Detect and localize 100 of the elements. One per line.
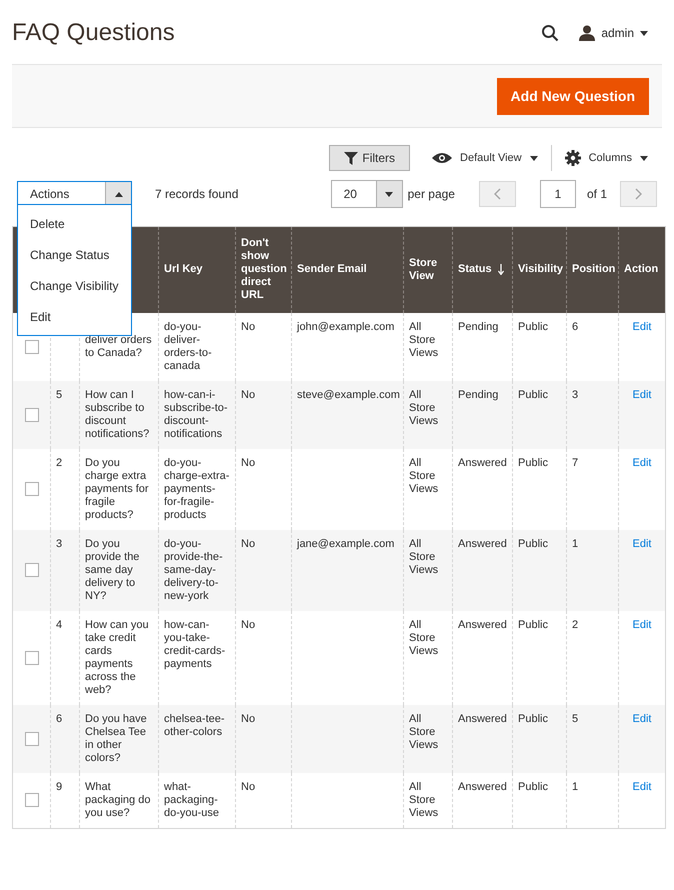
chevron-left-icon — [494, 188, 501, 200]
edit-link[interactable]: Edit — [632, 538, 652, 550]
table-cell: 2 — [572, 618, 578, 630]
row-checkbox[interactable] — [24, 340, 38, 354]
gear-icon — [564, 150, 581, 166]
table-cell: 2 — [56, 456, 62, 468]
add-new-question-button[interactable]: Add New Question — [496, 78, 649, 114]
column-header[interactable]: Sender Email — [297, 263, 367, 276]
menu-item[interactable]: Delete — [18, 208, 131, 239]
table-cell: All Store Views — [409, 712, 438, 750]
row-checkbox[interactable] — [24, 563, 38, 577]
page-title: FAQ Questions — [12, 18, 175, 48]
table-cell: Do you provide the same day delivery to NY? — [85, 538, 140, 602]
caret-icon — [640, 156, 648, 160]
table-cell: No — [241, 618, 256, 630]
table-cell: how-can-i-subscribe-to-discount-notifications — [164, 388, 228, 440]
records-count: 7 records found — [155, 186, 238, 203]
user-menu[interactable]: admin — [579, 24, 648, 42]
column-header[interactable]: Status — [458, 263, 492, 276]
table-cell: 3 — [572, 388, 578, 400]
edit-link[interactable]: Edit — [632, 618, 652, 630]
column-header[interactable]: Action — [624, 263, 658, 276]
table-cell: Public — [518, 618, 548, 630]
table-cell: No — [241, 538, 256, 550]
table-cell: Answered — [458, 456, 507, 468]
table-cell: Public — [518, 388, 548, 400]
caret-icon — [385, 192, 394, 196]
column-header[interactable]: Visibility — [518, 263, 564, 276]
table-cell: do-you-provide-the-same-day-delivery-to-new-york — [164, 538, 223, 602]
row-checkbox[interactable] — [24, 793, 38, 807]
table-cell: chelsea-tee-other-colors — [164, 712, 225, 738]
row-checkbox[interactable] — [24, 650, 38, 664]
caret-icon — [114, 192, 122, 196]
per-page-select[interactable]: 20 — [330, 180, 403, 208]
menu-item[interactable]: Edit — [18, 301, 131, 332]
table-cell: All Store Views — [409, 456, 438, 494]
table-cell: 5 — [56, 388, 62, 400]
table-cell: 1 — [572, 538, 578, 550]
caret-icon — [640, 30, 648, 36]
table-cell: No — [241, 320, 256, 332]
previous-page-button[interactable] — [478, 181, 516, 207]
eye-icon — [432, 152, 452, 164]
table-cell: steve@example.com — [297, 388, 400, 400]
table-cell: Answered — [458, 538, 507, 550]
column-header[interactable]: Don't show question direct URL — [241, 237, 287, 302]
edit-link[interactable]: Edit — [632, 388, 652, 400]
table-cell: 5 — [572, 712, 578, 724]
table-cell: How can you take credit cards payments across the web? — [85, 618, 149, 696]
table-cell: Answered — [458, 712, 507, 724]
next-page-button[interactable] — [620, 181, 657, 207]
chevron-right-icon — [635, 188, 642, 200]
edit-link[interactable]: Edit — [632, 712, 652, 724]
default-view-button[interactable]: Default View — [432, 150, 538, 166]
table-cell: No — [241, 780, 256, 792]
table-cell: 4 — [56, 618, 62, 630]
table-cell: Do you have Chelsea Tee in other colors? — [85, 712, 147, 764]
table-cell: Public — [518, 538, 548, 550]
table-cell: No — [241, 456, 256, 468]
row-checkbox[interactable] — [24, 732, 38, 746]
column-header[interactable]: Url Key — [164, 263, 203, 276]
table-cell: 6 — [572, 320, 578, 332]
table-cell: All Store Views — [409, 618, 438, 656]
menu-item[interactable]: Change Visibility — [18, 270, 131, 301]
table-cell: All Store Views — [409, 538, 438, 576]
table-cell: do-you-deliver-orders-to-canada — [164, 320, 212, 372]
table-cell: No — [241, 712, 256, 724]
table-cell: do-you-charge-extra-payments-for-fragile-products — [164, 456, 230, 520]
table-cell: Public — [518, 780, 548, 792]
page-number-field[interactable]: 1 — [540, 180, 576, 208]
caret-icon — [530, 156, 538, 160]
table-cell: Public — [518, 712, 548, 724]
user-icon — [579, 25, 596, 41]
table-cell: Pending — [458, 320, 498, 332]
per-page-label: per page — [408, 186, 455, 203]
menu-item[interactable]: Change Status — [18, 239, 131, 270]
table-cell: Public — [518, 456, 548, 468]
table-cell: what-packaging-do-you-use — [164, 780, 220, 818]
table-cell: 7 — [572, 456, 578, 468]
table-cell: 1 — [572, 780, 578, 792]
search-icon[interactable] — [541, 24, 560, 42]
table-cell: deliver orders to Canada? — [85, 334, 152, 358]
row-checkbox[interactable] — [24, 408, 38, 422]
table-cell: Do you charge extra payments for fragile products? — [85, 456, 149, 520]
columns-button[interactable]: Columns — [564, 150, 648, 166]
column-header[interactable]: Position — [572, 263, 616, 276]
edit-link[interactable]: Edit — [632, 780, 652, 792]
table-cell: 9 — [56, 780, 62, 792]
row-checkbox[interactable] — [24, 482, 38, 496]
table-cell: jane@example.com — [297, 538, 394, 550]
table-cell: What packaging do you use? — [85, 780, 150, 818]
table-cell: How can I subscribe to discount notifications? — [85, 388, 150, 440]
page-count: of 1 — [586, 186, 607, 203]
column-header[interactable]: Store View — [409, 256, 447, 283]
table-cell: how-can-you-take-credit-cards-payments — [164, 618, 226, 670]
filters-button[interactable]: Filters — [329, 145, 410, 171]
edit-link[interactable]: Edit — [632, 320, 652, 332]
edit-link[interactable]: Edit — [632, 456, 652, 468]
table-cell: 3 — [56, 538, 62, 550]
table-cell: 6 — [56, 712, 62, 724]
table-cell: All Store Views — [409, 320, 438, 358]
